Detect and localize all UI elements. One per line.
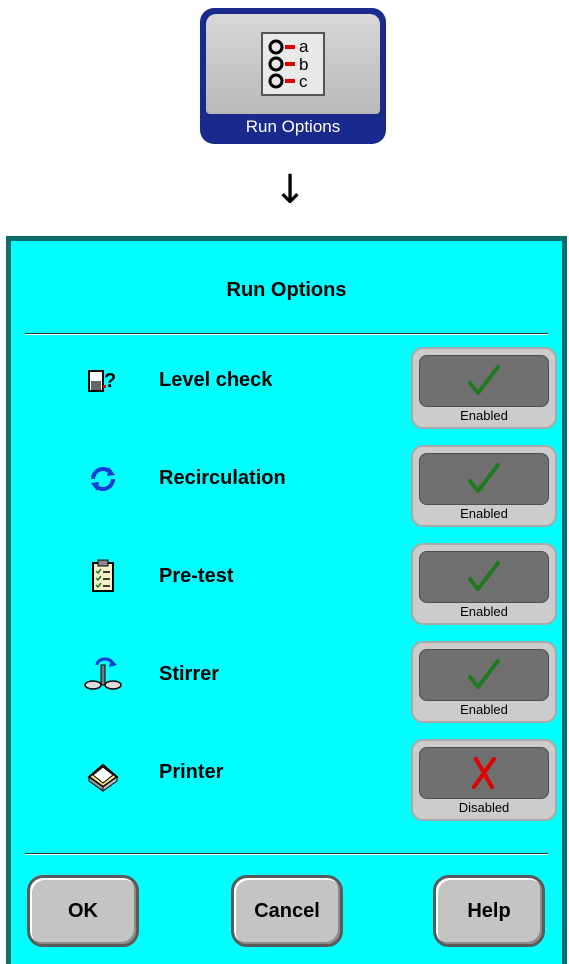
option-row-printer: Printer Disabled: [11, 731, 562, 821]
x-mark-icon: [419, 747, 549, 799]
dialog-title: Run Options: [226, 279, 347, 301]
toggle-state-pre-test: Enabled: [460, 604, 508, 619]
option-row-level-check: ? Level check Enabled: [11, 339, 562, 429]
toggle-state-level-check: Enabled: [460, 408, 508, 423]
checkmark-icon: [419, 649, 549, 701]
printer-icon: [83, 753, 123, 793]
launcher-letter-a: a: [299, 37, 309, 56]
launcher-face: a b c: [206, 14, 380, 114]
launcher-letter-c: c: [299, 72, 308, 91]
checkmark-icon: [419, 355, 549, 407]
abc-options-icon: a b c: [261, 32, 325, 96]
option-label-level-check: Level check: [159, 369, 273, 391]
cancel-button[interactable]: Cancel: [231, 875, 343, 947]
level-check-icon: ?: [83, 361, 123, 401]
recirculation-icon: [83, 459, 123, 499]
toggle-state-stirrer: Enabled: [460, 702, 508, 717]
toggle-printer[interactable]: Disabled: [411, 739, 557, 821]
run-options-dialog: Run Options ? Level check Enabled Recirc…: [6, 236, 567, 964]
option-row-pre-test: Pre-test Enabled: [11, 535, 562, 625]
toggle-pre-test[interactable]: Enabled: [411, 543, 557, 625]
run-options-launcher-button[interactable]: a b c Run Options: [200, 8, 386, 144]
toggle-level-check[interactable]: Enabled: [411, 347, 557, 429]
down-arrow-icon: ↓: [273, 167, 307, 213]
toggle-state-recirculation: Enabled: [460, 506, 508, 521]
checkmark-icon: [419, 551, 549, 603]
toggle-stirrer[interactable]: Enabled: [411, 641, 557, 723]
bottom-divider: [25, 853, 548, 855]
checkmark-icon: [419, 453, 549, 505]
option-label-stirrer: Stirrer: [159, 663, 220, 685]
toggle-recirculation[interactable]: Enabled: [411, 445, 557, 527]
option-row-stirrer: Stirrer Enabled: [11, 633, 562, 723]
launcher-label: Run Options: [245, 117, 341, 136]
option-row-recirculation: Recirculation Enabled: [11, 437, 562, 527]
ok-button[interactable]: OK: [27, 875, 139, 947]
option-label-recirculation: Recirculation: [159, 467, 286, 489]
stirrer-icon: [83, 655, 123, 695]
help-button[interactable]: Help: [433, 875, 545, 947]
svg-text:?: ?: [104, 370, 116, 392]
option-label-pre-test: Pre-test: [159, 565, 234, 587]
clipboard-icon: [83, 557, 123, 597]
toggle-state-printer: Disabled: [458, 800, 510, 815]
option-label-printer: Printer: [159, 761, 224, 783]
top-divider: [25, 333, 548, 335]
